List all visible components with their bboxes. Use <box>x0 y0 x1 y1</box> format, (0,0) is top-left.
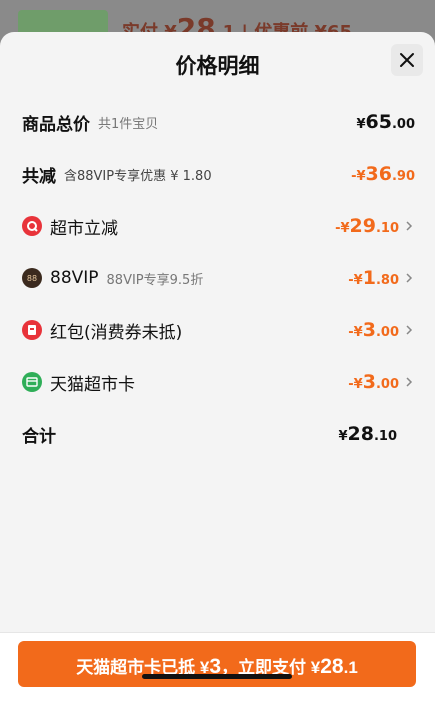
total-goods-currency: ¥ <box>356 117 366 132</box>
row-88vip[interactable]: 88 88VIP 88VIP专享9.5折 -¥ 1.80 <box>22 263 415 293</box>
chevron-right-icon <box>405 272 415 284</box>
home-indicator <box>142 674 292 679</box>
chevron-right-icon <box>405 376 415 388</box>
tmall-card-dec: .00 <box>375 377 399 392</box>
supermarket-discount-amount: -¥ 29.10 <box>335 215 399 237</box>
tmall-card-icon <box>22 372 42 392</box>
supermarket-discount-dec: .10 <box>375 221 399 236</box>
88vip-label: 88VIP <box>50 268 99 288</box>
pay-button-pay-dec: .1 <box>343 658 358 677</box>
88vip-sub: 88VIP专享9.5折 <box>106 272 204 288</box>
total-discount-amount: -¥ 36.90 <box>351 163 415 185</box>
total-discount-label: 共减 <box>22 166 56 187</box>
red-packet-icon <box>22 320 42 340</box>
tmall-card-amount: -¥ 3.00 <box>348 371 399 393</box>
sum-amount: ¥28.10 <box>338 423 397 445</box>
total-discount-sub: 含88VIP专享优惠 ¥ 1.80 <box>64 168 212 184</box>
sheet-title: 价格明细 <box>175 54 260 78</box>
chevron-right-icon <box>405 220 415 232</box>
sum-int: 28 <box>347 423 374 445</box>
row-supermarket-discount[interactable]: 超市立减 -¥ 29.10 <box>22 211 415 241</box>
total-discount-currency: -¥ <box>351 169 366 184</box>
red-packet-int: 3 <box>362 319 376 341</box>
tmall-card-label: 天猫超市卡 <box>50 374 135 395</box>
total-goods-int: 65 <box>365 111 392 133</box>
row-sum: 合计 ¥28.10 <box>22 419 415 449</box>
total-discount-int: 36 <box>365 163 392 185</box>
red-packet-currency: -¥ <box>348 325 363 340</box>
total-goods-label: 商品总价 <box>22 114 90 135</box>
red-packet-label: 红包(消费券未抵) <box>50 322 183 343</box>
88vip-icon: 88 <box>22 268 42 288</box>
close-icon <box>400 53 414 67</box>
88vip-dec: .80 <box>375 273 399 288</box>
sum-currency: ¥ <box>338 429 348 444</box>
total-discount-dec: .90 <box>391 169 415 184</box>
red-packet-dec: .00 <box>375 325 399 340</box>
supermarket-discount-label: 超市立减 <box>50 218 118 239</box>
row-total-discount: 共减 含88VIP专享优惠 ¥ 1.80 -¥ 36.90 <box>22 159 415 189</box>
row-red-packet[interactable]: 红包(消费券未抵) -¥ 3.00 <box>22 315 415 345</box>
tmall-card-int: 3 <box>362 371 376 393</box>
total-goods-dec: .00 <box>391 117 415 132</box>
red-packet-amount: -¥ 3.00 <box>348 319 399 341</box>
tmall-card-currency: -¥ <box>348 377 363 392</box>
sum-label: 合计 <box>22 426 56 447</box>
88vip-currency: -¥ <box>348 273 363 288</box>
chevron-right-icon <box>405 324 415 336</box>
close-button[interactable] <box>391 44 423 76</box>
row-total-goods: 商品总价 共1件宝贝 ¥65.00 <box>22 107 415 137</box>
row-tmall-card[interactable]: 天猫超市卡 -¥ 3.00 <box>22 367 415 397</box>
88vip-amount: -¥ 1.80 <box>348 267 399 289</box>
total-goods-sub: 共1件宝贝 <box>98 116 159 132</box>
supermarket-discount-currency: -¥ <box>335 221 350 236</box>
svg-text:88: 88 <box>27 274 37 283</box>
supermarket-discount-int: 29 <box>349 215 376 237</box>
total-goods-amount: ¥65.00 <box>356 111 415 133</box>
sum-dec: .10 <box>373 429 397 444</box>
pay-now-button[interactable]: 天猫超市卡已抵 ¥3 ，立即支付 ¥28.1 <box>18 641 416 687</box>
88vip-int: 1 <box>362 267 376 289</box>
supermarket-discount-icon <box>22 216 42 236</box>
pay-button-pay-int: 28 <box>320 655 344 678</box>
price-detail-sheet: 价格明细 商品总价 共1件宝贝 ¥65.00 共减 含88VIP专享优惠 ¥ 1… <box>0 32 435 721</box>
